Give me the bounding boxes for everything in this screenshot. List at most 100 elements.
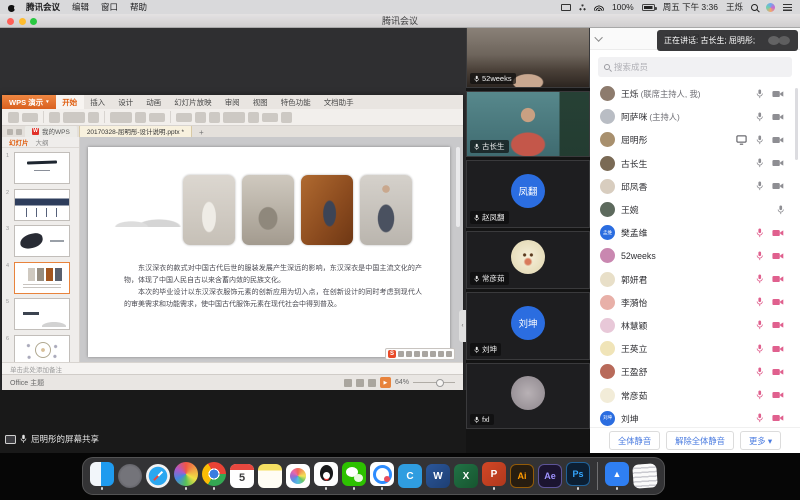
dock-app-icon[interactable]: ▲ <box>604 462 630 490</box>
menu-item[interactable]: 帮助 <box>130 1 147 13</box>
mic-icon[interactable] <box>756 89 764 99</box>
mic-icon[interactable] <box>756 181 764 191</box>
figurine-image[interactable] <box>242 175 294 245</box>
member-row[interactable]: 邱凤香 <box>590 175 800 198</box>
wps-ribbon-tab[interactable]: 文档助手 <box>317 95 360 109</box>
input-method-toolbar[interactable]: S <box>385 348 455 360</box>
dock-app-icon[interactable]: C <box>397 464 423 488</box>
wps-app-button[interactable]: WPS 演示▾ <box>2 95 56 109</box>
chevron-down-icon[interactable] <box>594 33 602 41</box>
ime-tool-icon[interactable] <box>414 351 421 358</box>
figurine-image[interactable] <box>360 175 412 245</box>
camera-icon[interactable] <box>772 113 784 121</box>
camera-icon[interactable] <box>772 182 784 190</box>
toolbar-icon[interactable] <box>223 112 245 123</box>
pane-tab[interactable]: 幻灯片 <box>9 137 29 147</box>
reading-view-icon[interactable] <box>368 379 376 387</box>
ime-tool-icon[interactable] <box>438 351 445 358</box>
document-tab[interactable]: W 我的WPS <box>25 126 77 137</box>
siri-icon[interactable] <box>766 3 775 12</box>
dock-app-icon[interactable]: Ps <box>565 462 591 490</box>
mic-icon[interactable] <box>756 251 764 261</box>
mic-icon[interactable] <box>756 158 764 168</box>
camera-icon[interactable] <box>772 275 784 283</box>
wps-ribbon-tab[interactable]: 设计 <box>112 95 140 109</box>
member-row[interactable]: 古长生 <box>590 152 800 175</box>
slide-thumbnail[interactable]: 3 <box>14 225 75 257</box>
member-row[interactable]: 郭妍君 <box>590 268 800 291</box>
toolbar-icon[interactable] <box>22 113 38 122</box>
mic-icon[interactable] <box>756 135 764 145</box>
camera-icon[interactable] <box>772 298 784 306</box>
dock-app-icon[interactable] <box>145 464 171 488</box>
menu-item[interactable]: 编辑 <box>72 1 89 13</box>
slide-thumbnail[interactable]: 6 <box>14 335 75 363</box>
dock-app-icon[interactable] <box>89 462 115 490</box>
dock-app-icon[interactable] <box>341 462 367 490</box>
sogou-input-icon[interactable]: S <box>388 350 396 358</box>
toolbar-icon[interactable] <box>49 112 60 123</box>
new-document-tab-button[interactable]: + <box>195 128 208 137</box>
wps-ribbon-tab[interactable]: 开始 <box>56 95 84 109</box>
dock-app-icon[interactable] <box>117 464 143 488</box>
camera-icon[interactable] <box>772 252 784 260</box>
dock-app-icon[interactable] <box>285 464 311 488</box>
camera-icon[interactable] <box>772 229 784 237</box>
spotlight-search-icon[interactable] <box>751 4 758 11</box>
dock-app-icon[interactable]: P <box>481 462 507 490</box>
dock-app-icon[interactable] <box>632 464 658 488</box>
ime-tool-icon[interactable] <box>406 351 413 358</box>
collapse-video-strip-handle[interactable]: ‹ <box>459 310 466 342</box>
video-tile[interactable]: 常彦茹 <box>466 231 590 289</box>
toolbar-icon[interactable] <box>88 112 99 123</box>
menu-user-name[interactable]: 王烁 <box>726 1 743 13</box>
ime-tool-icon[interactable] <box>430 351 437 358</box>
apple-menu-icon[interactable] <box>8 3 16 12</box>
member-row[interactable]: 李漪怡 <box>590 291 800 314</box>
member-row[interactable]: 林慧颖 <box>590 314 800 337</box>
footer-button[interactable]: 解除全体静音 <box>666 431 734 450</box>
dock-app-icon[interactable]: W <box>425 464 451 488</box>
wifi-icon[interactable] <box>594 3 604 11</box>
slide-scrollbar[interactable] <box>456 147 460 227</box>
mic-icon[interactable] <box>756 320 764 330</box>
current-slide[interactable]: 东汉深衣的款式对中国古代后世的服装发展产生深远的影响，东汉深衣是中国主流文化的产… <box>88 147 450 357</box>
figurine-image[interactable] <box>183 175 235 245</box>
footer-button[interactable]: 更多 ▾ <box>740 431 781 450</box>
member-search-box[interactable]: 搜索成员 <box>598 57 792 77</box>
wps-ribbon-tab[interactable]: 幻灯片放映 <box>168 95 219 109</box>
figurine-image[interactable] <box>301 175 353 245</box>
camera-icon[interactable] <box>772 90 784 98</box>
normal-view-icon[interactable] <box>344 379 352 387</box>
menu-item[interactable]: 窗口 <box>101 1 118 13</box>
member-row[interactable]: 52weeks <box>590 244 800 267</box>
pane-tab[interactable]: 大纲 <box>36 137 49 147</box>
mic-icon[interactable] <box>756 112 764 122</box>
slide-thumbnail[interactable]: 2 <box>14 189 75 221</box>
camera-icon[interactable] <box>772 368 784 376</box>
notes-bar[interactable]: 单击此处添加备注 <box>2 362 463 374</box>
member-list-scrollbar[interactable] <box>795 88 798 160</box>
dock-app-icon[interactable] <box>201 462 227 490</box>
footer-button[interactable]: 全体静音 <box>609 431 660 450</box>
slide-thumbnail[interactable]: 5 <box>14 298 75 330</box>
slideshow-play-button[interactable]: ▶ <box>380 377 391 388</box>
wps-ribbon-tab[interactable]: 特色功能 <box>274 95 317 109</box>
member-row[interactable]: 王烁 (联席主持人, 我) <box>590 82 800 105</box>
member-row[interactable]: 常彦茹 <box>590 383 800 406</box>
wps-ribbon-tab[interactable]: 审阅 <box>218 95 246 109</box>
video-tile[interactable]: 刘坤 刘坤 <box>466 292 590 360</box>
menu-item[interactable]: 腾讯会议 <box>26 1 60 13</box>
member-row[interactable]: 屈明彤 <box>590 128 800 151</box>
wps-ribbon-tab[interactable]: 动画 <box>140 95 168 109</box>
slide-thumbnail[interactable]: 4 <box>14 262 75 294</box>
toolbar-icon[interactable] <box>110 112 132 123</box>
dock-app-icon[interactable] <box>313 462 339 490</box>
mic-icon[interactable] <box>777 205 785 215</box>
camera-icon[interactable] <box>772 414 784 422</box>
mic-icon[interactable] <box>756 274 764 284</box>
camera-icon[interactable] <box>772 136 784 144</box>
mic-icon[interactable] <box>756 297 764 307</box>
slide-thumbnail[interactable]: 1 <box>14 152 75 184</box>
dock-app-icon[interactable] <box>257 464 283 488</box>
